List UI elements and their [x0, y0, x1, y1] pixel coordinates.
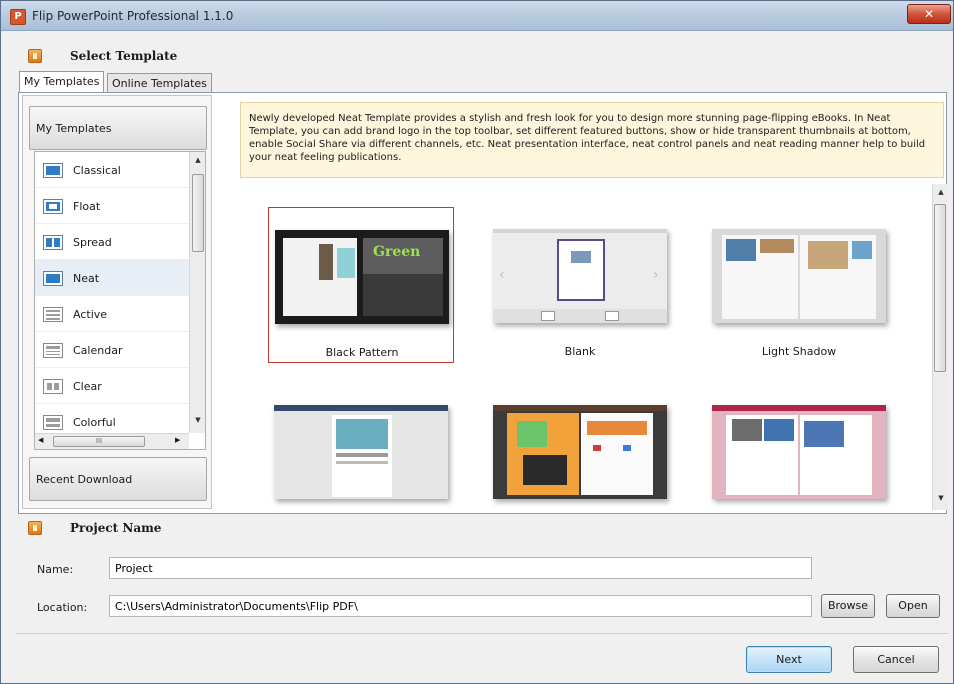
thumbnail-vertical-scrollbar[interactable]: ▲ ▼ [932, 184, 948, 510]
classical-icon [43, 163, 63, 178]
template-card-blank[interactable]: ‹ › Blank [487, 207, 673, 363]
list-item-active[interactable]: Active [35, 296, 189, 332]
template-preview-image [493, 405, 667, 499]
template-preview-image: ‹ › [493, 229, 667, 323]
section-badge-icon [28, 521, 42, 535]
template-card-6[interactable] [706, 383, 892, 539]
title-bar[interactable]: P Flip PowerPoint Professional 1.1.0 ✕ [1, 1, 953, 31]
thumbnail-scroll-thumb[interactable] [934, 204, 946, 372]
calendar-icon [43, 343, 63, 358]
template-card-light-shadow[interactable]: Light Shadow [706, 207, 892, 363]
close-button[interactable]: ✕ [907, 4, 951, 24]
app-logo-icon: P [10, 9, 26, 25]
open-button[interactable]: Open [886, 594, 940, 618]
section-badge-icon [28, 49, 42, 63]
template-preview-image [712, 229, 886, 323]
template-name: Blank [564, 345, 596, 358]
colorful-icon [43, 415, 63, 430]
app-window: P Flip PowerPoint Professional 1.1.0 ✕ S… [0, 0, 954, 684]
horizontal-scroll-thumb[interactable]: III [53, 436, 145, 447]
list-item-label: Calendar [73, 344, 123, 357]
scroll-up-arrow-icon[interactable]: ▲ [934, 188, 948, 196]
list-item-label: Neat [73, 272, 100, 285]
template-preview-image [274, 405, 448, 499]
template-list: Classical Float Spread Neat Active Calen… [34, 151, 206, 450]
list-item-label: Clear [73, 380, 102, 393]
list-item-spread[interactable]: Spread [35, 224, 189, 260]
float-icon [43, 199, 63, 214]
tab-my-templates[interactable]: My Templates [19, 71, 105, 92]
neat-icon [43, 271, 63, 286]
scroll-down-arrow-icon[interactable]: ▼ [934, 494, 948, 502]
scroll-down-arrow-icon[interactable]: ▼ [191, 416, 205, 424]
scroll-left-arrow-icon[interactable]: ◀ [38, 436, 43, 444]
template-card-black-pattern[interactable]: Green Black Pattern [268, 207, 454, 363]
template-name: Light Shadow [761, 345, 837, 358]
list-item-float[interactable]: Float [35, 188, 189, 224]
list-item-label: Colorful [73, 416, 116, 429]
list-item-clear[interactable]: Clear [35, 368, 189, 404]
name-label: Name: [37, 563, 74, 576]
template-description: Newly developed Neat Template provides a… [240, 102, 944, 178]
recent-download-group-button[interactable]: Recent Download [29, 457, 207, 501]
location-label: Location: [37, 601, 88, 614]
list-item-calendar[interactable]: Calendar [35, 332, 189, 368]
template-preview-image [712, 405, 886, 499]
list-scroll-thumb[interactable] [192, 174, 204, 252]
scroll-up-arrow-icon[interactable]: ▲ [191, 156, 205, 164]
template-card-4[interactable] [268, 383, 454, 539]
template-card-5[interactable] [487, 383, 673, 539]
scroll-right-arrow-icon[interactable]: ▶ [175, 436, 180, 444]
spread-icon [43, 235, 63, 250]
browse-button[interactable]: Browse [821, 594, 875, 618]
template-name: Black Pattern [325, 346, 399, 359]
list-item-label: Float [73, 200, 101, 213]
thumb-overlay-text: Green [373, 244, 421, 260]
list-item-neat[interactable]: Neat [35, 260, 189, 296]
project-name-input[interactable] [109, 557, 812, 579]
list-item-label: Spread [73, 236, 112, 249]
my-templates-group-button[interactable]: My Templates [29, 106, 207, 150]
select-template-title: Select Template [70, 49, 178, 63]
clear-icon [43, 379, 63, 394]
active-icon [43, 307, 63, 322]
list-item-classical[interactable]: Classical [35, 152, 189, 188]
project-name-title: Project Name [70, 521, 162, 535]
list-vertical-scrollbar[interactable]: ▲ ▼ [189, 152, 205, 433]
footer-divider [16, 633, 948, 634]
next-button[interactable]: Next [746, 646, 832, 673]
window-title: Flip PowerPoint Professional 1.1.0 [32, 9, 234, 23]
cancel-button[interactable]: Cancel [853, 646, 939, 673]
tab-online-templates[interactable]: Online Templates [107, 73, 212, 93]
list-horizontal-scrollbar[interactable]: ◀ III ▶ [35, 433, 189, 449]
list-item-label: Active [73, 308, 108, 321]
location-input[interactable] [109, 595, 812, 617]
template-preview-image: Green [275, 230, 449, 324]
list-item-label: Classical [73, 164, 121, 177]
